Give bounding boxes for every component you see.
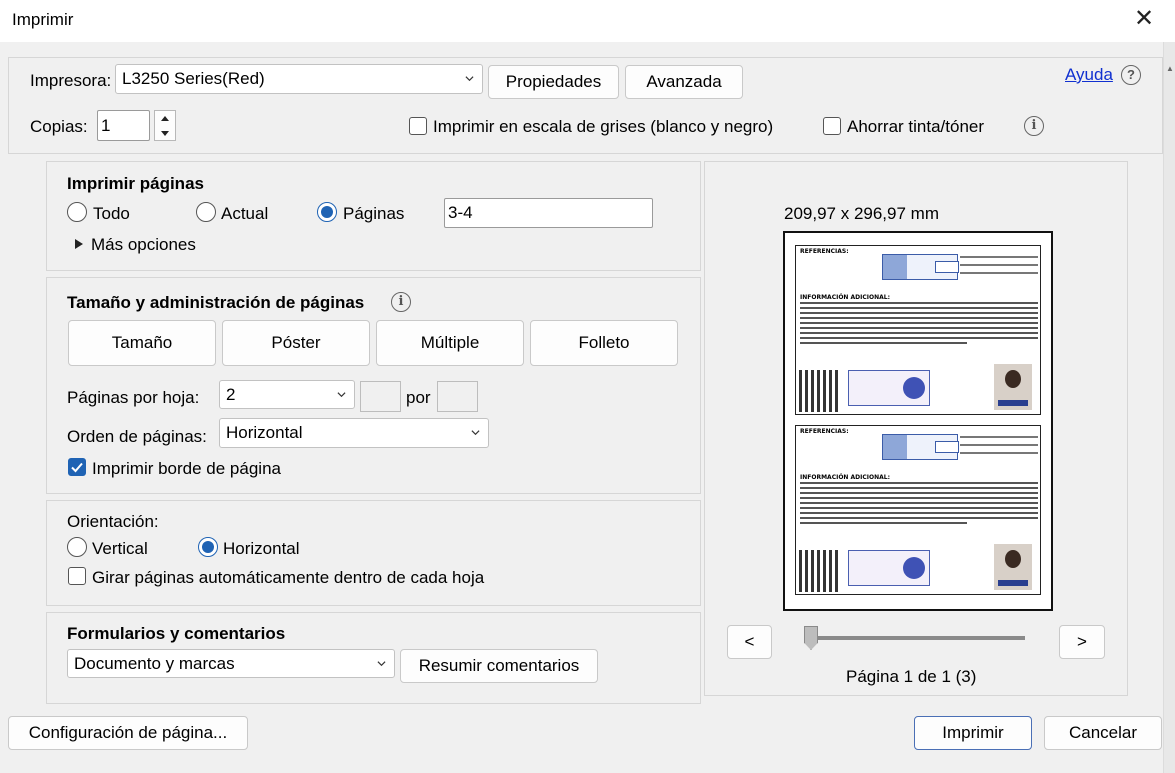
forms-heading: Formularios y comentarios [67,624,286,643]
expand-triangle-icon[interactable] [74,238,84,250]
chevron-down-icon [337,391,346,397]
grayscale-checkbox[interactable] [409,117,427,135]
size-button[interactable]: Tamaño [68,320,216,366]
print-border-checkbox[interactable] [68,458,86,476]
pages-per-sheet-label: Páginas por hoja: [67,388,200,407]
pages-per-sheet-select[interactable]: 2 [219,380,355,409]
preview-photo [994,544,1032,590]
preview-notes [960,436,1038,472]
properties-button[interactable]: Propiedades [488,65,619,99]
preview-notes [960,256,1038,292]
more-options-toggle[interactable]: Más opciones [91,235,196,255]
chevron-down-icon [471,430,480,436]
page-range-input[interactable]: 3-4 [444,198,653,228]
radio-pages-label: Páginas [343,204,405,223]
preview-paragraph [800,482,1038,527]
rows-input [437,381,478,412]
summarize-comments-button[interactable]: Resumir comentarios [400,649,598,683]
forms-select[interactable]: Documento y marcas [67,649,395,678]
previous-page-button[interactable]: < [727,625,772,659]
printer-value: L3250 Series(Red) [122,69,265,88]
preview-text: INFORMACIÓN ADICIONAL: [800,474,891,481]
preview-card [848,550,930,586]
scroll-up-icon[interactable]: ▲ [1166,64,1174,73]
next-page-button[interactable]: > [1059,625,1105,659]
radio-current[interactable] [196,202,216,222]
stepper-up-icon[interactable] [160,114,170,122]
forms-value: Documento y marcas [74,653,235,673]
help-link[interactable]: Ayuda [1065,65,1113,85]
booklet-button[interactable]: Folleto [530,320,678,366]
checkmark-icon [71,462,83,473]
radio-horizontal-label: Horizontal [223,539,300,558]
page-sizing-heading: Tamaño y administración de páginas [67,293,365,312]
cancel-button[interactable]: Cancelar [1044,716,1162,750]
page-order-select[interactable]: Horizontal [219,418,489,448]
info-icon[interactable]: i [391,292,411,312]
pages-per-sheet-value: 2 [226,384,236,404]
save-ink-label: Ahorrar tinta/tóner [847,117,985,136]
page-setup-button[interactable]: Configuración de página... [8,716,248,750]
poster-button[interactable]: Póster [222,320,370,366]
print-button[interactable]: Imprimir [914,716,1032,750]
qr-code-image [799,550,839,592]
page-order-label: Orden de páginas: [67,427,207,446]
radio-all[interactable] [67,202,87,222]
auto-rotate-label: Girar páginas automáticamente dentro de … [92,568,485,587]
auto-rotate-checkbox[interactable] [68,567,86,585]
chevron-down-icon [465,76,474,82]
preview-diagram [882,434,959,460]
close-icon[interactable]: ✕ [1131,6,1157,32]
preview-page: REFERENCIAS: INFORMACIÓN ADICIONAL: REFE… [783,231,1053,611]
save-ink-checkbox[interactable] [823,117,841,135]
info-icon[interactable]: i [1024,116,1044,136]
advanced-button[interactable]: Avanzada [625,65,743,99]
preview-text: REFERENCIAS: [800,248,849,255]
radio-all-label: Todo [93,204,130,223]
paper-dimensions: 209,97 x 296,97 mm [784,204,939,223]
page-order-value: Horizontal [226,423,303,442]
radio-current-label: Actual [221,204,269,223]
multiple-button[interactable]: Múltiple [376,320,524,366]
page-status: Página 1 de 1 (3) [846,667,977,686]
preview-thumbnail-page: REFERENCIAS: INFORMACIÓN ADICIONAL: [795,245,1041,415]
chevron-down-icon [377,660,386,666]
print-pages-heading: Imprimir páginas [67,174,204,193]
radio-pages[interactable] [317,202,337,222]
preview-photo [994,364,1032,410]
title-bar [0,0,1175,42]
columns-input [360,381,401,412]
dialog-title: Imprimir [12,10,74,29]
copies-stepper[interactable] [154,110,176,141]
stepper-down-icon[interactable] [160,130,170,138]
printer-label: Impresora: [30,71,112,90]
radio-vertical[interactable] [67,537,87,557]
preview-diagram [882,254,959,280]
by-label: por [406,388,431,407]
copies-input[interactable]: 1 [97,110,150,141]
radio-vertical-label: Vertical [92,539,148,558]
preview-text: INFORMACIÓN ADICIONAL: [800,294,891,301]
grayscale-label: Imprimir en escala de grises (blanco y n… [433,117,774,136]
page-slider-track[interactable] [810,636,1025,640]
orientation-heading: Orientación: [67,512,159,531]
help-icon[interactable]: ? [1121,65,1141,85]
radio-horizontal[interactable] [198,537,218,557]
preview-text: REFERENCIAS: [800,428,849,435]
print-border-label: Imprimir borde de página [92,459,281,478]
background-scrollbar[interactable]: ▲ [1163,42,1175,773]
preview-paragraph [800,302,1038,347]
copies-label: Copias: [30,117,88,136]
preview-card [848,370,930,406]
qr-code-image [799,370,839,412]
preview-thumbnail-page: REFERENCIAS: INFORMACIÓN ADICIONAL: [795,425,1041,595]
printer-select[interactable]: L3250 Series(Red) [115,64,483,94]
